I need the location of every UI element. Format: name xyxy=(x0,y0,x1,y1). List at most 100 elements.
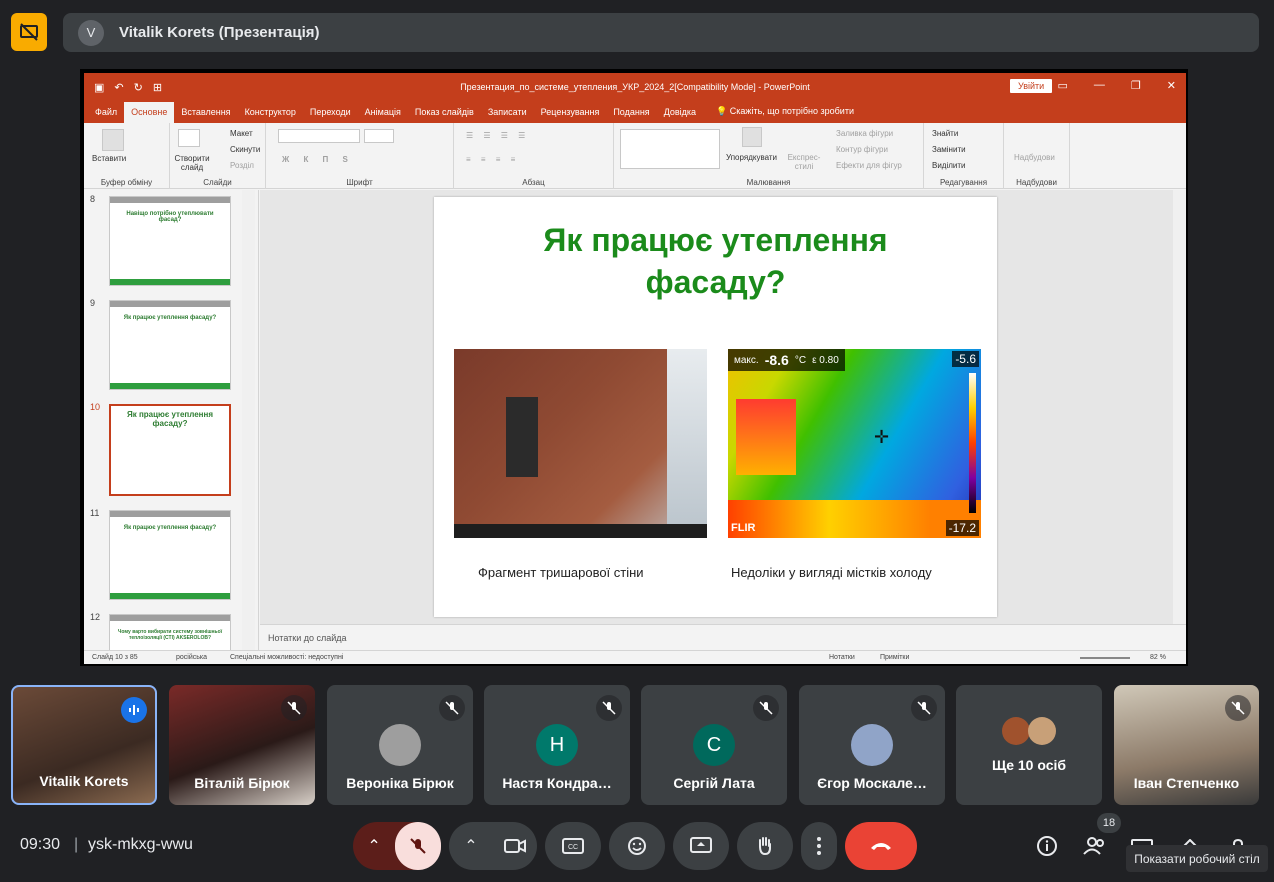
zoom-level[interactable]: 82 % xyxy=(1150,654,1166,661)
signin-button[interactable]: Увійти xyxy=(1010,79,1053,93)
tab-transitions[interactable]: Переходи xyxy=(303,107,358,123)
new-slide-button[interactable]: Створити слайд xyxy=(174,154,210,172)
thumb-title: Чому варто вибирати систему зовнішньої т… xyxy=(117,629,223,641)
participant-tile[interactable]: Віталій Бірюк xyxy=(169,685,315,805)
mic-off-icon xyxy=(753,695,779,721)
participant-tile[interactable]: Vitalik Korets xyxy=(11,685,157,805)
thumb-title: Як працює утеплення фасаду? xyxy=(126,410,214,428)
tab-design[interactable]: Конструктор xyxy=(238,107,303,123)
participant-avatar: С xyxy=(693,724,735,766)
font-size-field[interactable] xyxy=(364,129,394,143)
slide-thumbnail-active[interactable]: Як працює утеплення фасаду? xyxy=(109,404,231,496)
tell-me-box[interactable]: 💡 Скажіть, що потрібно зробити xyxy=(709,106,861,123)
close-icon[interactable]: ✕ xyxy=(1167,79,1176,92)
more-options-icon[interactable] xyxy=(801,822,837,870)
tab-help[interactable]: Довідка xyxy=(657,107,703,123)
caption-left: Фрагмент тришарової стіни xyxy=(478,565,644,580)
restore-icon[interactable]: ❐ xyxy=(1131,79,1141,92)
paste-icon[interactable] xyxy=(102,129,124,151)
reset-button[interactable]: Скинути xyxy=(230,145,260,154)
section-button[interactable]: Розділ xyxy=(230,161,254,170)
slide-thumbnail[interactable]: Чому варто вибирати систему зовнішньої т… xyxy=(109,614,231,652)
tab-slideshow[interactable]: Показ слайдів xyxy=(408,107,481,123)
tab-record[interactable]: Записати xyxy=(481,107,534,123)
align-icons[interactable]: ≡ ≡ ≡ ≡ xyxy=(466,155,519,164)
chevron-up-icon[interactable]: ⌃ xyxy=(449,836,493,856)
shape-effects-button[interactable]: Ефекти для фігур xyxy=(836,161,902,170)
participant-tile[interactable]: С Сергій Лата xyxy=(641,685,787,805)
status-bar: Слайд 10 з 85 російська Спеціальні можли… xyxy=(84,650,1186,664)
find-button[interactable]: Знайти xyxy=(932,129,958,138)
raise-hand-icon[interactable] xyxy=(737,822,793,870)
quick-styles-button[interactable]: Експрес-стилі xyxy=(786,153,822,171)
participant-avatar xyxy=(379,724,421,766)
thumb-title: Як працює утеплення фасаду? xyxy=(123,525,217,531)
new-slide-icon[interactable] xyxy=(178,129,200,147)
paste-button[interactable]: Вставити xyxy=(92,154,126,163)
ir-max-value: -8.6 xyxy=(764,352,789,368)
tab-view[interactable]: Подання xyxy=(606,107,656,123)
ribbon-display-icon[interactable]: ▭ xyxy=(1058,79,1068,92)
slide-thumbnail[interactable]: Як працює утеплення фасаду? xyxy=(109,510,231,600)
editor-scrollbar[interactable] xyxy=(1173,190,1186,624)
captions-icon[interactable]: CC xyxy=(545,822,601,870)
participant-tile[interactable]: Єгор Москале… xyxy=(799,685,945,805)
speaking-indicator-icon xyxy=(121,697,147,723)
language-indicator[interactable]: російська xyxy=(176,654,207,661)
tab-animations[interactable]: Анімація xyxy=(358,107,408,123)
notes-pane[interactable]: Нотатки до слайда xyxy=(260,624,1186,652)
slide-thumbnail[interactable]: Навіщо потрібно утеплювати фасад? xyxy=(109,196,231,286)
thumb-number: 12 xyxy=(90,612,101,622)
camera-icon[interactable] xyxy=(493,838,537,854)
slide-thumbnails-pane: 8 Навіщо потрібно утеплювати фасад? 9 Як… xyxy=(84,190,259,652)
select-button[interactable]: Виділити xyxy=(932,161,966,170)
chevron-up-icon[interactable]: ⌃ xyxy=(353,836,395,856)
end-call-icon[interactable] xyxy=(845,822,917,870)
present-screen-icon[interactable] xyxy=(673,822,729,870)
comments-toggle[interactable]: Примітки xyxy=(880,654,909,661)
separator: | xyxy=(74,836,79,853)
people-icon[interactable] xyxy=(1077,828,1113,864)
slide-thumbnail[interactable]: Як працює утеплення фасаду? xyxy=(109,300,231,390)
emoji-icon[interactable] xyxy=(609,822,665,870)
participant-tile[interactable]: Іван Степченко xyxy=(1114,685,1259,805)
participant-tile[interactable]: Вероніка Бірюк xyxy=(327,685,473,805)
mic-off-icon xyxy=(439,695,465,721)
notes-toggle[interactable]: Нотатки xyxy=(829,654,855,661)
zoom-slider[interactable] xyxy=(1080,657,1130,659)
participant-name: Сергій Лата xyxy=(673,775,755,791)
replace-button[interactable]: Замінити xyxy=(932,145,966,154)
addins-label: Надбудови xyxy=(1016,178,1057,187)
tab-file[interactable]: Файл xyxy=(88,107,124,123)
addins-button[interactable]: Надбудови xyxy=(1014,153,1055,162)
layout-button[interactable]: Макет xyxy=(230,129,253,138)
group-drawing: Упорядкувати Експрес-стилі Заливка фігур… xyxy=(614,123,924,189)
thumbnails-scrollbar[interactable] xyxy=(242,190,255,652)
slide-canvas[interactable]: Як працює утеплення фасаду? макс. -8.6 °… xyxy=(434,197,997,617)
accessibility-indicator[interactable]: Спеціальні можливості: недоступні xyxy=(230,654,343,661)
participant-name: Віталій Бірюк xyxy=(194,775,290,791)
participant-name: Вероніка Бірюк xyxy=(346,775,454,791)
presenter-avatar: V xyxy=(78,19,104,46)
stop-presenting-icon[interactable] xyxy=(11,13,47,51)
mic-off-icon[interactable] xyxy=(395,822,441,870)
presenter-chip: V Vitalik Korets (Презентація) xyxy=(63,13,1259,52)
arrange-button[interactable]: Упорядкувати xyxy=(726,153,777,162)
minimize-icon[interactable]: — xyxy=(1094,79,1105,92)
participant-tile[interactable]: Н Настя Кондра… xyxy=(484,685,630,805)
font-name-field[interactable] xyxy=(278,129,360,143)
tab-home[interactable]: Основне xyxy=(124,102,175,123)
ir-scale-bottom: -17.2 xyxy=(945,520,979,536)
tab-insert[interactable]: Вставлення xyxy=(174,107,237,123)
arrange-icon[interactable] xyxy=(742,127,762,147)
more-participants-tile[interactable]: Ще 10 осіб xyxy=(956,685,1102,805)
shape-outline-button[interactable]: Контур фігури xyxy=(836,145,888,154)
shape-fill-button[interactable]: Заливка фігури xyxy=(836,129,893,138)
tab-review[interactable]: Рецензування xyxy=(534,107,607,123)
clock: 09:30 xyxy=(20,836,61,853)
font-format-icons[interactable]: Ж К П S xyxy=(282,155,354,164)
shapes-gallery[interactable] xyxy=(620,129,720,169)
list-icons[interactable]: ☰ ☰ ☰ ☰ xyxy=(466,131,529,140)
ribbon-tabs: Файл Основне Вставлення Конструктор Пере… xyxy=(84,101,1186,123)
info-icon[interactable] xyxy=(1029,828,1065,864)
